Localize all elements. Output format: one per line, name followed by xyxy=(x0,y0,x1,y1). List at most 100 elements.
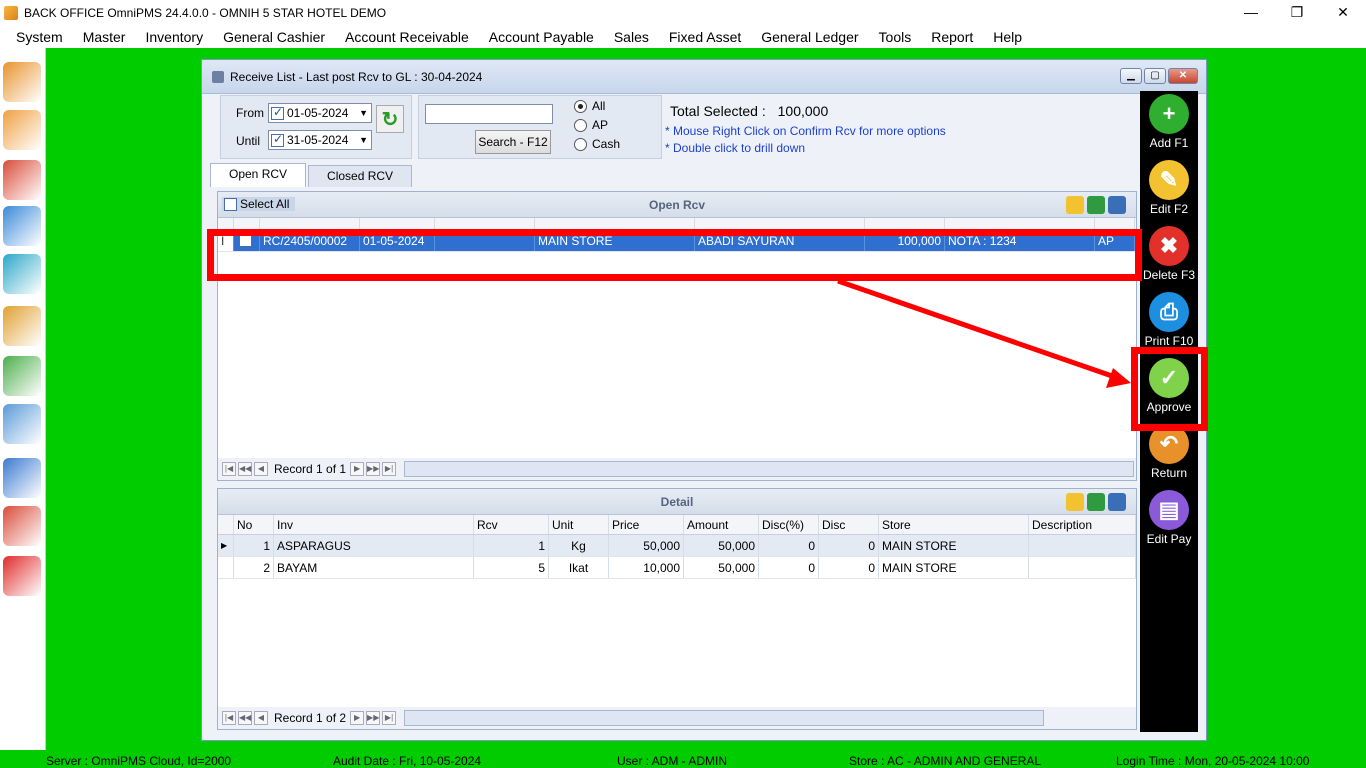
excel-export-icon[interactable] xyxy=(1087,196,1105,214)
minimize-button[interactable]: — xyxy=(1228,0,1274,26)
child-maximize-button[interactable]: ▢ xyxy=(1144,68,1166,84)
child-window-controls: ▁ ▢ ✕ xyxy=(1120,68,1198,84)
until-date-checkbox[interactable] xyxy=(271,132,284,147)
edit-button[interactable]: ✎ Edit F2 xyxy=(1140,160,1198,216)
horizontal-scrollbar[interactable] xyxy=(404,710,1045,726)
menu-account-payable[interactable]: Account Payable xyxy=(479,26,604,48)
menu-help[interactable]: Help xyxy=(983,26,1032,48)
restore-button[interactable]: ❐ xyxy=(1274,0,1320,26)
print-label: Print F10 xyxy=(1144,334,1194,348)
store-cell: MAIN STORE xyxy=(879,557,1029,578)
receive-list-title-bar: Receive List - Last post Rcv to GL : 30-… xyxy=(202,60,1206,94)
return-button[interactable]: ↶ Return xyxy=(1140,424,1198,480)
first-record-button[interactable]: |◀ xyxy=(222,711,236,725)
radio-all-dot[interactable] xyxy=(574,99,587,113)
menu-inventory[interactable]: Inventory xyxy=(135,26,213,48)
horizontal-scrollbar[interactable] xyxy=(404,461,1135,477)
menu-master[interactable]: Master xyxy=(73,26,136,48)
radio-ap[interactable]: AP xyxy=(574,118,608,132)
expand-icon[interactable] xyxy=(1066,493,1084,511)
print-grid-icon[interactable] xyxy=(1108,493,1126,511)
prev-page-button[interactable]: ◀◀ xyxy=(238,711,252,725)
edit-label: Edit F2 xyxy=(1149,202,1188,216)
chart-icon[interactable] xyxy=(3,506,41,546)
menu-sales[interactable]: Sales xyxy=(604,26,659,48)
money-bag-icon[interactable] xyxy=(3,306,41,346)
unit-cell: Ikat xyxy=(549,557,609,578)
child-close-button[interactable]: ✕ xyxy=(1168,68,1198,84)
hand-money-icon[interactable] xyxy=(3,356,41,396)
child-minimize-button[interactable]: ▁ xyxy=(1120,68,1142,84)
clipboard-icon[interactable] xyxy=(3,110,41,150)
menu-bar: System Master Inventory General Cashier … xyxy=(0,26,1366,48)
next-page-button[interactable]: ▶▶ xyxy=(366,462,381,476)
col-rcv: Rcv xyxy=(474,515,549,534)
status-store: Store : AC - ADMIN AND GENERAL xyxy=(849,754,1042,768)
row-pointer-icon: ▶ xyxy=(218,535,234,556)
radio-cash[interactable]: Cash xyxy=(574,137,620,151)
cart-icon[interactable] xyxy=(3,206,41,246)
order-icon[interactable] xyxy=(3,160,41,200)
next-record-button[interactable]: ▶ xyxy=(350,711,365,725)
status-bar: Server : OmniPMS Cloud, Id=2000 Audit Da… xyxy=(0,750,1366,768)
disc-pct-cell: 0 xyxy=(759,535,819,556)
app-title: BACK OFFICE OmniPMS 24.4.0.0 - OMNIH 5 S… xyxy=(24,6,387,20)
phone-touch-icon[interactable] xyxy=(3,404,41,444)
until-date-picker[interactable]: 31-05-2024 ▼ xyxy=(268,130,372,150)
unit-cell: Kg xyxy=(549,535,609,556)
tab-open-rcv[interactable]: Open RCV xyxy=(210,163,307,187)
tab-closed-rcv[interactable]: Closed RCV xyxy=(308,165,413,187)
chevron-down-icon[interactable]: ▼ xyxy=(359,108,368,118)
radio-cash-label: Cash xyxy=(592,137,621,151)
table-row[interactable]: ▶ 1 ASPARAGUS 1 Kg 50,000 50,000 0 0 MAI… xyxy=(218,535,1136,557)
radio-all[interactable]: All xyxy=(574,99,605,113)
print-grid-icon[interactable] xyxy=(1108,196,1126,214)
grid-tools xyxy=(1066,196,1126,214)
last-record-button[interactable]: ▶| xyxy=(382,711,397,725)
window-icon xyxy=(212,70,224,83)
boxes-icon[interactable] xyxy=(3,62,41,102)
edit-pay-button[interactable]: ▤ Edit Pay xyxy=(1140,490,1198,546)
menu-system[interactable]: System xyxy=(6,26,73,48)
close-button[interactable]: ✕ xyxy=(1320,0,1366,26)
menu-general-cashier[interactable]: General Cashier xyxy=(213,26,335,48)
search-button[interactable]: Search - F12 xyxy=(475,130,551,154)
store-cell: MAIN STORE xyxy=(879,535,1029,556)
refresh-button[interactable]: ↻ xyxy=(376,105,404,133)
disc-pct-cell: 0 xyxy=(759,557,819,578)
chevron-down-icon[interactable]: ▼ xyxy=(359,135,368,145)
disc-cell: 0 xyxy=(819,557,879,578)
expand-icon[interactable] xyxy=(1066,196,1084,214)
print-button[interactable]: ⎙ Print F10 xyxy=(1140,292,1198,348)
total-selected: Total Selected : 100,000 xyxy=(670,103,828,119)
delete-button[interactable]: ✖ Delete F3 xyxy=(1140,226,1198,282)
no-cell: 1 xyxy=(234,535,274,556)
exit-icon[interactable] xyxy=(3,556,41,596)
table-row[interactable]: 2 BAYAM 5 Ikat 10,000 50,000 0 0 MAIN ST… xyxy=(218,557,1136,579)
add-button[interactable]: + Add F1 xyxy=(1140,94,1198,150)
menu-general-ledger[interactable]: General Ledger xyxy=(751,26,868,48)
menu-fixed-asset[interactable]: Fixed Asset xyxy=(659,26,751,48)
calendar-icon[interactable] xyxy=(3,458,41,498)
printer-icon: ⎙ xyxy=(1149,292,1189,332)
open-rcv-header: Select All Open Rcv xyxy=(218,192,1136,218)
menu-report[interactable]: Report xyxy=(921,26,983,48)
excel-export-icon[interactable] xyxy=(1087,493,1105,511)
edit-icon: ✎ xyxy=(1149,160,1189,200)
next-page-button[interactable]: ▶▶ xyxy=(366,711,381,725)
menu-tools[interactable]: Tools xyxy=(869,26,922,48)
prev-page-button[interactable]: ◀◀ xyxy=(238,462,252,476)
prev-record-button[interactable]: ◀ xyxy=(254,462,268,476)
refresh-cycle-icon[interactable] xyxy=(3,254,41,294)
first-record-button[interactable]: |◀ xyxy=(222,462,236,476)
inv-cell: ASPARAGUS xyxy=(274,535,474,556)
menu-account-receivable[interactable]: Account Receivable xyxy=(335,26,479,48)
radio-cash-dot[interactable] xyxy=(574,137,587,151)
from-date-checkbox[interactable] xyxy=(271,105,284,120)
last-record-button[interactable]: ▶| xyxy=(382,462,397,476)
search-input[interactable] xyxy=(425,104,553,124)
from-date-picker[interactable]: 01-05-2024 ▼ xyxy=(268,103,372,123)
next-record-button[interactable]: ▶ xyxy=(350,462,365,476)
radio-ap-dot[interactable] xyxy=(574,118,587,132)
prev-record-button[interactable]: ◀ xyxy=(254,711,268,725)
